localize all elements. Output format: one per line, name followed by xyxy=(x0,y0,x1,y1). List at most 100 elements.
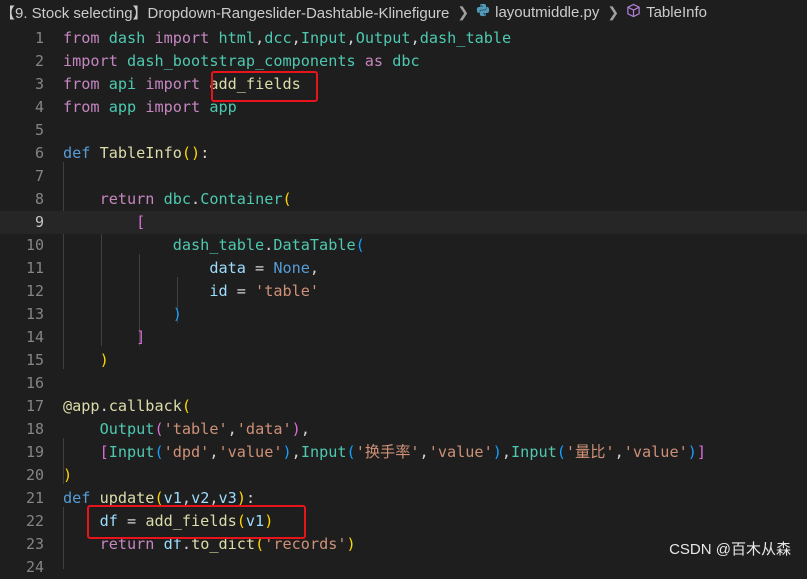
code-token: 'value' xyxy=(218,443,283,461)
code-line[interactable]: 18 Output('table','data'), xyxy=(0,418,807,441)
code-token: from xyxy=(63,29,100,47)
line-number: 23 xyxy=(25,535,44,553)
code-token: html xyxy=(218,29,256,47)
code-token: '换手率' xyxy=(355,443,420,461)
chevron-right-icon: ❯ xyxy=(607,3,620,20)
code-line[interactable]: 7 xyxy=(0,165,807,188)
code-text: return dbc.Container( xyxy=(63,188,292,211)
code-token: import xyxy=(145,98,201,116)
code-token: = xyxy=(227,282,256,300)
breadcrumb-file[interactable]: layoutmiddle.py xyxy=(476,3,599,21)
breadcrumb-folder-label: 【9. Stock selecting】Dropdown-Rangeslider… xyxy=(0,4,450,22)
code-token: def xyxy=(63,144,91,162)
code-token: , xyxy=(419,443,429,461)
code-token: ) xyxy=(346,535,356,553)
code-text: def TableInfo(): xyxy=(63,142,209,165)
code-text: ) xyxy=(63,303,182,326)
code-line[interactable]: 2 import dash_bootstrap_components as dbc xyxy=(0,50,807,73)
code-line[interactable]: 17 @app.callback( xyxy=(0,395,807,418)
code-text: data = None, xyxy=(63,257,319,280)
code-line[interactable]: 11 data = None, xyxy=(0,257,807,280)
code-token: Output xyxy=(355,29,411,47)
line-number: 13 xyxy=(25,305,44,323)
code-token: api xyxy=(108,75,137,93)
code-line[interactable]: 4 from app import app xyxy=(0,96,807,119)
code-token: Output xyxy=(99,420,155,438)
code-token: ( xyxy=(355,236,365,254)
code-token: . xyxy=(99,397,109,415)
code-line[interactable]: 12 id = 'table' xyxy=(0,280,807,303)
code-line[interactable]: 5 xyxy=(0,119,807,142)
code-text: Output('table','data'), xyxy=(63,418,310,441)
code-token: None xyxy=(273,259,310,277)
line-number: 14 xyxy=(25,328,44,346)
line-number: 8 xyxy=(34,190,44,208)
code-editor[interactable]: 1 from dash import html,dcc,Input,Output,… xyxy=(0,24,807,576)
breadcrumb-symbol[interactable]: TableInfo xyxy=(626,3,707,22)
code-token: import xyxy=(145,75,201,93)
code-token: from xyxy=(63,98,100,116)
line-number: 9 xyxy=(34,213,44,231)
code-line[interactable]: 24 xyxy=(0,556,807,579)
code-token: ) xyxy=(291,420,301,438)
line-number: 5 xyxy=(34,121,44,139)
code-line[interactable]: 20) xyxy=(0,464,807,487)
code-text: dash_table.DataTable( xyxy=(63,234,365,257)
code-token: ( xyxy=(346,443,356,461)
watermark: CSDN @百木从森 xyxy=(669,541,791,558)
code-token: ( xyxy=(282,190,292,208)
code-line[interactable]: 1 from dash import html,dcc,Input,Output,… xyxy=(0,27,807,50)
code-token: from xyxy=(63,75,100,93)
code-text: id = 'table' xyxy=(63,280,319,303)
code-line[interactable]: 8 return dbc.Container( xyxy=(0,188,807,211)
code-token: dash xyxy=(108,29,146,47)
code-token: . xyxy=(264,236,274,254)
code-token: , xyxy=(501,443,512,461)
code-line[interactable]: 3 from api import add_fields xyxy=(0,73,807,96)
code-text: @app.callback( xyxy=(63,395,191,418)
code-line[interactable]: 6 def TableInfo(): xyxy=(0,142,807,165)
code-line[interactable]: 13 ) xyxy=(0,303,807,326)
code-line[interactable]: 10 dash_table.DataTable( xyxy=(0,234,807,257)
code-token: 'value' xyxy=(428,443,493,461)
code-text: ] xyxy=(63,326,145,349)
line-number: 7 xyxy=(34,167,44,185)
breadcrumb-folder[interactable]: 【9. Stock selecting】Dropdown-Rangeslider… xyxy=(0,2,449,23)
code-token: dcc xyxy=(264,29,292,47)
code-line[interactable]: 15 ) xyxy=(0,349,807,372)
chevron-right-icon: ❯ xyxy=(457,3,470,20)
code-token: = xyxy=(245,259,274,277)
code-line[interactable]: 16 xyxy=(0,372,807,395)
code-token: , xyxy=(410,29,420,47)
code-token: callback xyxy=(108,397,182,415)
code-token: @app xyxy=(63,397,100,415)
code-token: ( xyxy=(181,397,192,415)
code-token: '量比' xyxy=(565,443,615,461)
code-token: TableInfo xyxy=(99,144,182,162)
code-line[interactable]: 19 [Input('dpd','value'),Input('换手率','va… xyxy=(0,441,807,464)
code-line[interactable]: 9 [ xyxy=(0,211,807,234)
code-token: import xyxy=(63,52,118,70)
code-token: dash_bootstrap_components xyxy=(127,52,356,70)
code-token: () xyxy=(181,144,201,162)
code-line[interactable]: 14 ] xyxy=(0,326,807,349)
code-token: Input xyxy=(108,443,155,461)
code-token: 'dpd' xyxy=(163,443,210,461)
code-text: import dash_bootstrap_components as dbc xyxy=(63,50,420,73)
code-token: import xyxy=(154,29,210,47)
code-token: ] xyxy=(136,328,146,346)
line-number: 10 xyxy=(25,236,44,254)
